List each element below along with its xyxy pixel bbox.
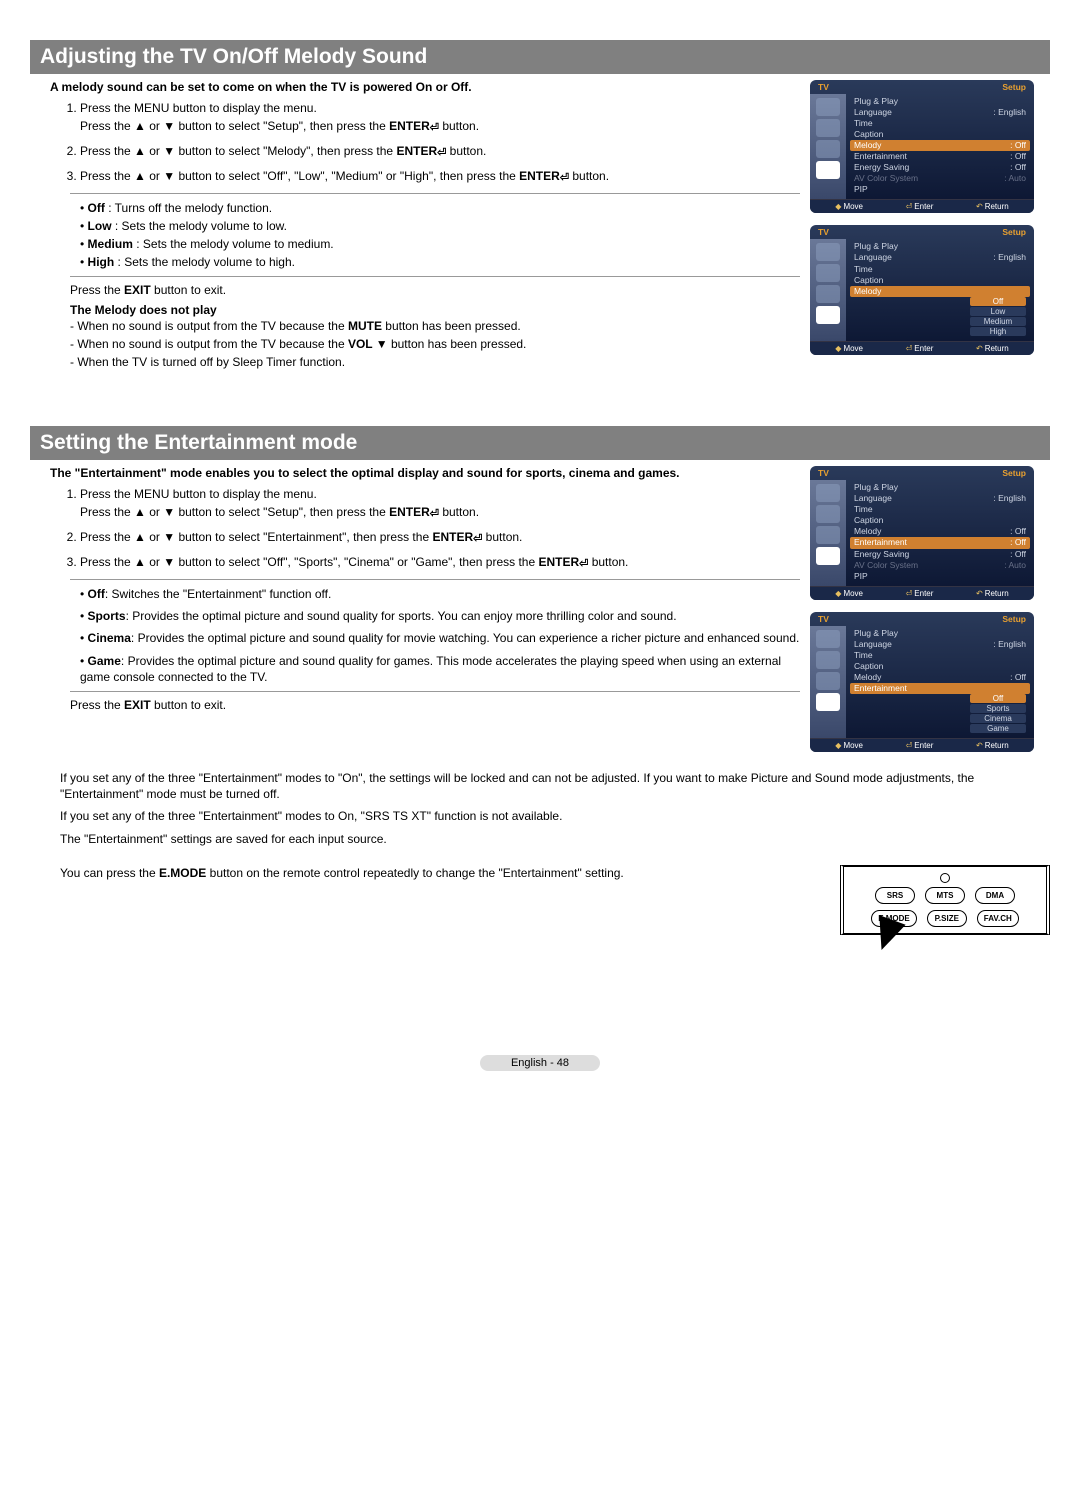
enter-icon — [473, 530, 482, 547]
osd-opt-low[interactable]: Low — [970, 307, 1026, 316]
setup-icon — [816, 161, 840, 179]
channel-icon — [816, 526, 840, 544]
osd-setup-melody: TVSetup Plug & Play Language: English Ti… — [810, 80, 1050, 213]
osd-opt-cinema[interactable]: Cinema — [970, 714, 1026, 723]
s2-exit: Press the EXIT button to exit. — [70, 698, 800, 712]
section1-title: Adjusting the TV On/Off Melody Sound — [30, 40, 1050, 74]
osd-opt-game[interactable]: Game — [970, 724, 1026, 733]
setup-icon — [816, 306, 840, 324]
s2-opt-off: Off: Switches the "Entertainment" functi… — [80, 586, 800, 602]
s1-step2: Press the ▲ or ▼ button to select "Melod… — [80, 143, 800, 160]
s1-step1: Press the MENU button to display the men… — [80, 100, 800, 135]
s1-opt-off: OffOff : Turns off the melody function. … — [80, 200, 800, 216]
enter-icon — [430, 505, 439, 522]
s1-opt-high: High : Sets the melody volume to high. — [80, 254, 800, 270]
osd-setup-entertainment: TVSetup Plug & Play Language: English Ti… — [810, 466, 1050, 599]
s1-note2: When no sound is output from the TV beca… — [70, 337, 800, 353]
s2-para1: If you set any of the three "Entertainme… — [60, 770, 1040, 802]
s1-exit: Press the EXIT button to exit. — [70, 283, 800, 297]
led-icon — [940, 873, 950, 883]
channel-icon — [816, 285, 840, 303]
page-footer: English - 48 — [480, 1055, 600, 1071]
osd-row-entertainment[interactable]: Entertainment: Off — [850, 537, 1030, 548]
s1-opt-med: Medium : Sets the melody volume to mediu… — [80, 236, 800, 252]
remote-favch-button[interactable]: FAV.CH — [977, 910, 1019, 927]
section1-intro: A melody sound can be set to come on whe… — [50, 80, 800, 94]
enter-icon — [560, 169, 569, 186]
s1-opt-low: Low : Sets the melody volume to low. — [80, 218, 800, 234]
s2-opt-sports: Sports: Provides the optimal picture and… — [80, 608, 800, 624]
osd-opt-medium[interactable]: Medium — [970, 317, 1026, 326]
s2-opt-cinema: Cinema: Provides the optimal picture and… — [80, 630, 800, 646]
enter-icon — [430, 119, 439, 136]
setup-icon — [816, 693, 840, 711]
channel-icon — [816, 140, 840, 158]
s2-para3: The "Entertainment" settings are saved f… — [60, 831, 1040, 847]
s2-step3: Press the ▲ or ▼ button to select "Off",… — [80, 554, 800, 571]
osd-opt-high[interactable]: High — [970, 327, 1026, 336]
picture-icon — [816, 484, 840, 502]
divider — [70, 579, 800, 580]
sound-icon — [816, 119, 840, 137]
osd-entertainment-options: TVSetup Plug & Play Language: English Ti… — [810, 612, 1050, 752]
osd-melody-options: TVSetup Plug & Play Language: English Ti… — [810, 225, 1050, 354]
remote-psize-button[interactable]: P.SIZE — [927, 910, 967, 927]
s1-step3: Press the ▲ or ▼ button to select "Off",… — [80, 168, 800, 185]
s2-para4: You can press the E.MODE button on the r… — [60, 865, 810, 881]
sound-icon — [816, 264, 840, 282]
divider — [70, 691, 800, 692]
osd-row-melody[interactable]: Melody: Off — [850, 140, 1030, 151]
osd-opt-ent-off[interactable]: Off — [970, 694, 1026, 703]
section2-intro: The "Entertainment" mode enables you to … — [50, 466, 800, 480]
channel-icon — [816, 672, 840, 690]
remote-control: SRS MTS DMA E.MODE P.SIZE FAV.CH — [840, 865, 1050, 935]
remote-mts-button[interactable]: MTS — [925, 887, 965, 904]
s2-para2: If you set any of the three "Entertainme… — [60, 808, 1040, 824]
s2-step1: Press the MENU button to display the men… — [80, 486, 800, 521]
sound-icon — [816, 505, 840, 523]
osd-opt-sports[interactable]: Sports — [970, 704, 1026, 713]
s2-opt-game: Game: Provides the optimal picture and s… — [80, 653, 800, 685]
s2-step2: Press the ▲ or ▼ button to select "Enter… — [80, 529, 800, 546]
divider — [70, 193, 800, 194]
remote-srs-button[interactable]: SRS — [875, 887, 915, 904]
picture-icon — [816, 630, 840, 648]
s1-note1: When no sound is output from the TV beca… — [70, 319, 800, 335]
sound-icon — [816, 651, 840, 669]
setup-icon — [816, 547, 840, 565]
s1-note-title: The Melody does not play — [70, 303, 800, 317]
osd-opt-off[interactable]: Off — [970, 297, 1026, 306]
enter-icon — [579, 555, 588, 572]
section2-title: Setting the Entertainment mode — [30, 426, 1050, 460]
s1-note3: When the TV is turned off by Sleep Timer… — [70, 355, 800, 371]
enter-icon — [437, 144, 446, 161]
remote-dma-button[interactable]: DMA — [975, 887, 1015, 904]
picture-icon — [816, 243, 840, 261]
divider — [70, 276, 800, 277]
picture-icon — [816, 98, 840, 116]
